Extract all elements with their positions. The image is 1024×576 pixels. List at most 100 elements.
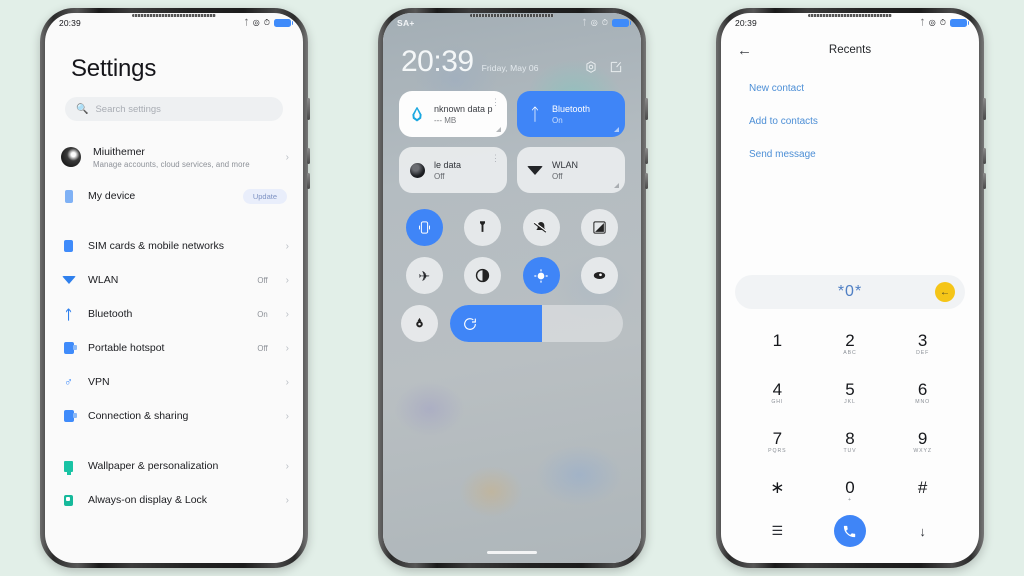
update-badge[interactable]: Update: [242, 188, 287, 204]
key-star[interactable]: ∗: [741, 468, 814, 513]
toggle-reading-mode[interactable]: [581, 257, 619, 294]
page-title: Recents: [828, 44, 872, 56]
location-icon: ◎: [590, 18, 598, 27]
key-digit: 1: [772, 330, 783, 350]
bottom-controls-row: [383, 294, 641, 342]
expand-corner-icon[interactable]: [614, 183, 619, 188]
keypad: 1 2 ABC 3 DEF 4 GHI 5 JKL 6 MNO 7 PQRS 8 TUV 9W…: [721, 309, 979, 513]
toggle-location[interactable]: [522, 257, 560, 294]
key-9[interactable]: 9 WXYZ: [886, 419, 959, 464]
toggle-airplane-mode[interactable]: ✈: [405, 257, 443, 294]
tile-sub: Off: [434, 171, 445, 181]
link-send-message[interactable]: Send message: [749, 149, 951, 160]
power-button[interactable]: [983, 98, 986, 120]
sidebar-item-wallpaper[interactable]: Wallpaper & personalization ›: [45, 449, 303, 483]
brightness-slider[interactable]: [450, 305, 623, 342]
volume-down-button[interactable]: [307, 173, 310, 189]
more-icon[interactable]: ⋮: [491, 97, 500, 108]
back-arrow-icon[interactable]: ←: [737, 43, 752, 58]
more-icon[interactable]: ⋮: [491, 153, 500, 164]
home-indicator[interactable]: [487, 551, 537, 554]
dialed-number-field[interactable]: *0* ←: [735, 275, 965, 309]
call-button[interactable]: [833, 515, 866, 547]
status-time: 20:39: [59, 18, 81, 28]
big-tiles-row-2: le data Off ⋮ WLAN Off: [383, 137, 641, 193]
power-button[interactable]: [307, 98, 310, 120]
key-hash[interactable]: #: [886, 468, 959, 513]
backspace-icon[interactable]: ←: [935, 282, 955, 302]
list-item-label: Bluetooth: [88, 308, 133, 320]
sidebar-item-account[interactable]: Miuithemer Manage accounts, cloud servic…: [45, 135, 303, 179]
clock-actions: [584, 60, 623, 77]
power-button[interactable]: [645, 98, 648, 120]
toggle-vibrate[interactable]: [405, 209, 443, 246]
sidebar-item-bluetooth[interactable]: ᛏ Bluetooth On ›: [45, 297, 303, 331]
search-placeholder: Search settings: [95, 103, 161, 115]
list-item-label: Wallpaper & personalization: [88, 460, 219, 472]
alarm-icon: ⏱: [263, 18, 270, 27]
tile-text: le data Off: [434, 160, 461, 181]
key-3[interactable]: 3 DEF: [886, 321, 959, 366]
volume-up-button[interactable]: [983, 148, 986, 164]
sidebar-item-aod[interactable]: Always-on display & Lock ›: [45, 483, 303, 517]
toggle-silent[interactable]: [522, 209, 560, 246]
link-add-to-contacts[interactable]: Add to contacts: [749, 116, 951, 127]
alarm-icon: ⏱: [939, 18, 946, 27]
tile-data-usage[interactable]: nknown data p --- MB ⋮: [399, 91, 507, 137]
key-4[interactable]: 4 GHI: [741, 370, 814, 415]
key-digit: #: [917, 477, 928, 497]
key-digit: 2: [845, 330, 855, 350]
volume-up-button[interactable]: [307, 148, 310, 164]
expand-corner-icon[interactable]: [614, 127, 619, 132]
chevron-right-icon: ›: [285, 376, 289, 388]
my-device-label: My device: [88, 190, 136, 202]
key-letters: MNO: [915, 398, 931, 405]
link-new-contact[interactable]: New contact: [749, 83, 951, 94]
tile-mobile-data[interactable]: le data Off ⋮: [399, 147, 507, 193]
key-letters: TUV: [843, 447, 857, 454]
key-5[interactable]: 5 JKL: [814, 370, 887, 415]
volume-down-button[interactable]: [645, 173, 648, 189]
hotspot-icon: [61, 340, 77, 356]
chevron-right-icon: ›: [285, 460, 289, 472]
sidebar-item-sim[interactable]: SIM cards & mobile networks ›: [45, 229, 303, 263]
key-1[interactable]: 1: [741, 321, 814, 366]
key-letters: +: [848, 496, 852, 503]
menu-icon[interactable]: ☰: [772, 523, 784, 539]
sidebar-item-wlan[interactable]: WLAN Off ›: [45, 263, 303, 297]
key-8[interactable]: 8 TUV: [814, 419, 887, 464]
app-bar: ← Recents: [721, 33, 979, 67]
carrier-label: SA+: [397, 18, 415, 28]
key-digit: 7: [772, 428, 783, 448]
key-0[interactable]: 0 +: [814, 468, 887, 513]
volume-up-button[interactable]: [645, 148, 648, 164]
settings-gear-icon[interactable]: [584, 60, 598, 74]
key-digit: 6: [917, 379, 928, 399]
toggle-dark-mode[interactable]: [464, 257, 502, 294]
edit-icon[interactable]: [609, 60, 623, 74]
big-tiles-row-1: nknown data p --- MB ⋮ ᛏ Bluetooth On: [383, 77, 641, 137]
sidebar-item-vpn[interactable]: ♂ VPN ›: [45, 365, 303, 399]
key-2[interactable]: 2 ABC: [814, 321, 887, 366]
sidebar-item-connection-sharing[interactable]: Connection & sharing ›: [45, 399, 303, 433]
toggle-flashlight[interactable]: [464, 209, 502, 246]
tile-bluetooth[interactable]: ᛏ Bluetooth On: [517, 91, 625, 137]
key-6[interactable]: 6 MNO: [886, 370, 959, 415]
hide-keypad-icon[interactable]: ↓: [919, 524, 926, 539]
status-time: 20:39: [735, 18, 757, 28]
key-letters: PQRS: [768, 447, 787, 454]
battery-icon: [274, 18, 293, 28]
sidebar-item-my-device[interactable]: My device Update: [45, 179, 303, 213]
account-name: Miuithemer: [93, 145, 145, 158]
tile-wlan[interactable]: WLAN Off: [517, 147, 625, 193]
toggle-screenshot[interactable]: [581, 209, 619, 246]
expand-corner-icon[interactable]: [496, 127, 501, 132]
quick-toggles-grid: ✈: [383, 193, 641, 294]
phone-icon: [61, 188, 76, 204]
key-7[interactable]: 7 PQRS: [741, 419, 814, 464]
search-input[interactable]: 🔍 Search settings: [65, 97, 283, 121]
toggle-auto-brightness[interactable]: [401, 305, 438, 342]
volume-down-button[interactable]: [983, 173, 986, 189]
sidebar-item-hotspot[interactable]: Portable hotspot Off ›: [45, 331, 303, 365]
settings-screen: 20:39 ᛏ ◎ ⏱ Settings 🔍 Search settings M…: [45, 13, 303, 563]
